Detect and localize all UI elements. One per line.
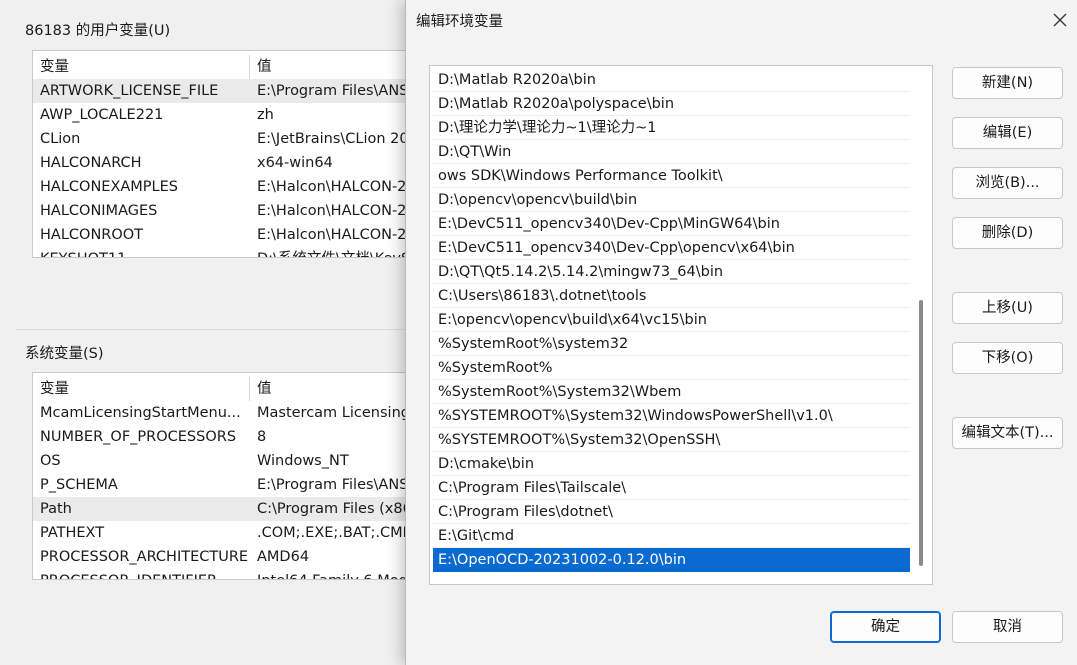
- variable-row[interactable]: McamLicensingStartMenu... Mastercam Licen…: [33, 401, 421, 425]
- variable-value: 8: [257, 429, 267, 445]
- variable-name: HALCONROOT: [40, 227, 144, 243]
- variable-row[interactable]: HALCONEXAMPLES E:\Halcon\HALCON-21.05: [33, 175, 421, 199]
- variable-value: x64-win64: [257, 155, 333, 171]
- path-entry[interactable]: D:\Matlab R2020a\bin: [433, 68, 910, 92]
- path-entry[interactable]: C:\Users\86183\.dotnet\tools: [433, 284, 910, 308]
- variable-name: HALCONARCH: [40, 155, 142, 171]
- path-entry[interactable]: D:\QT\Win: [433, 140, 910, 164]
- variable-row[interactable]: HALCONROOT E:\Halcon\HALCON-21.05: [33, 223, 421, 247]
- variable-name: Path: [40, 501, 72, 517]
- value-column-header[interactable]: 值: [257, 55, 421, 79]
- variable-name: PROCESSOR_IDENTIFIER: [40, 569, 248, 579]
- variable-name: HALCONIMAGES: [40, 203, 158, 219]
- close-icon[interactable]: [1046, 6, 1074, 34]
- variable-name: P_SCHEMA: [40, 477, 118, 493]
- user-variables-header: 变量 值: [33, 55, 421, 79]
- edit-environment-variable-dialog: 编辑环境变量 D:\Matlab R2020a\bin D:\Matlab R20…: [405, 0, 1077, 665]
- variable-value: Windows_NT: [257, 453, 349, 469]
- user-variables-group-title: 86183 的用户变量(U): [25, 23, 171, 39]
- variable-row[interactable]: P_SCHEMA E:\Program Files\ANSYS: [33, 473, 421, 497]
- path-entry[interactable]: E:\opencv\opencv\build\x64\vc15\bin: [433, 308, 910, 332]
- variable-row[interactable]: AWP_LOCALE221 zh: [33, 103, 421, 127]
- variable-row[interactable]: Path C:\Program Files (x86): [33, 497, 421, 521]
- variable-value: E:\Halcon\HALCON-21.05: [257, 227, 422, 243]
- variable-name: McamLicensingStartMenu...: [40, 405, 241, 421]
- variable-value: .COM;.EXE;.BAT;.CMD: [257, 525, 414, 541]
- variable-row[interactable]: ARTWORK_LICENSE_FILE E:\Program Files\ANS…: [33, 79, 421, 103]
- path-entry[interactable]: %SystemRoot%\System32\Wbem: [433, 380, 910, 404]
- variable-column-header[interactable]: 变量: [40, 55, 248, 79]
- variable-name: AWP_LOCALE221: [40, 107, 164, 123]
- variable-value: E:\JetBrains\CLion 2022: [257, 131, 422, 147]
- variable-value: Intel64 Family 6 Model: [257, 569, 421, 579]
- path-entry[interactable]: C:\Program Files\Tailscale\: [433, 476, 910, 500]
- path-entry[interactable]: %SYSTEMROOT%\System32\OpenSSH\: [433, 428, 910, 452]
- variable-name: CLion: [40, 131, 81, 147]
- variable-value: Mastercam Licensing: [257, 405, 410, 421]
- path-entries-list[interactable]: D:\Matlab R2020a\bin D:\Matlab R2020a\pol…: [429, 65, 933, 585]
- variable-value: AMD64: [257, 549, 310, 565]
- variable-row[interactable]: HALCONARCH x64-win64: [33, 151, 421, 175]
- variable-row[interactable]: KEYSHOT11 D:\系统文件\文档\KeyShot: [33, 247, 421, 257]
- value-column-header[interactable]: 值: [257, 377, 421, 401]
- variable-name: PATHEXT: [40, 525, 105, 541]
- variable-value: E:\Halcon\HALCON-21.05: [257, 203, 422, 219]
- variable-name: ARTWORK_LICENSE_FILE: [40, 83, 219, 99]
- edit-text-button[interactable]: 编辑文本(T)...: [952, 417, 1063, 449]
- path-entry[interactable]: E:\OpenOCD-20231002-0.12.0\bin: [433, 548, 910, 572]
- system-variables-list[interactable]: 变量 值 McamLicensingStartMenu... Mastercam …: [32, 372, 422, 580]
- edit-button[interactable]: 编辑(E): [952, 117, 1063, 149]
- variable-value: E:\Halcon\HALCON-21.05: [257, 179, 422, 195]
- path-entry[interactable]: D:\理论力学\理论力~1\理论力~1: [433, 116, 910, 140]
- cancel-button[interactable]: 取消: [952, 611, 1063, 643]
- variable-row[interactable]: NUMBER_OF_PROCESSORS 8: [33, 425, 421, 449]
- vertical-scrollbar[interactable]: [917, 68, 925, 580]
- path-entry[interactable]: D:\QT\Qt5.14.2\5.14.2\mingw73_64\bin: [433, 260, 910, 284]
- ok-button[interactable]: 确定: [830, 611, 941, 643]
- system-variables-header: 变量 值: [33, 377, 421, 401]
- variable-name: HALCONEXAMPLES: [40, 179, 178, 195]
- user-variables-list[interactable]: 变量 值 ARTWORK_LICENSE_FILE E:\Program File…: [32, 50, 422, 258]
- variable-row[interactable]: HALCONIMAGES E:\Halcon\HALCON-21.05: [33, 199, 421, 223]
- variable-name: KEYSHOT11: [40, 247, 248, 257]
- move-up-button[interactable]: 上移(U): [952, 292, 1063, 324]
- variable-row[interactable]: PATHEXT .COM;.EXE;.BAT;.CMD: [33, 521, 421, 545]
- variable-name: NUMBER_OF_PROCESSORS: [40, 429, 237, 445]
- column-divider[interactable]: [249, 55, 250, 79]
- path-entry[interactable]: E:\DevC511_opencv340\Dev-Cpp\opencv\x64\…: [433, 236, 910, 260]
- variable-name: PROCESSOR_ARCHITECTURE: [40, 549, 248, 565]
- path-entry[interactable]: E:\DevC511_opencv340\Dev-Cpp\MinGW64\bin: [433, 212, 910, 236]
- close-icon-glyph: [1053, 13, 1067, 27]
- path-entry[interactable]: %SystemRoot%: [433, 356, 910, 380]
- column-divider[interactable]: [249, 377, 250, 401]
- new-button[interactable]: 新建(N): [952, 67, 1063, 99]
- variable-name: OS: [40, 453, 61, 469]
- dialog-title: 编辑环境变量: [416, 14, 503, 30]
- variable-value: zh: [257, 107, 274, 123]
- path-entry[interactable]: C:\Program Files\dotnet\: [433, 500, 910, 524]
- path-entry[interactable]: D:\Matlab R2020a\polyspace\bin: [433, 92, 910, 116]
- path-entry[interactable]: %SystemRoot%\system32: [433, 332, 910, 356]
- path-entry[interactable]: D:\opencv\opencv\build\bin: [433, 188, 910, 212]
- move-down-button[interactable]: 下移(O): [952, 342, 1063, 374]
- path-entry[interactable]: D:\cmake\bin: [433, 452, 910, 476]
- delete-button[interactable]: 删除(D): [952, 217, 1063, 249]
- variable-column-header[interactable]: 变量: [40, 377, 248, 401]
- group-divider: [16, 329, 406, 330]
- variable-value: D:\系统文件\文档\KeyShot: [257, 247, 421, 257]
- variable-value: E:\Program Files\ANSYS: [257, 477, 422, 493]
- variable-row[interactable]: PROCESSOR_ARCHITECTURE AMD64: [33, 545, 421, 569]
- variable-row[interactable]: CLion E:\JetBrains\CLion 2022: [33, 127, 421, 151]
- system-variables-group-title: 系统变量(S): [25, 346, 104, 362]
- path-entry[interactable]: E:\Git\cmd: [433, 524, 910, 548]
- variable-row[interactable]: OS Windows_NT: [33, 449, 421, 473]
- variable-row[interactable]: PROCESSOR_IDENTIFIER Intel64 Family 6 Mod…: [33, 569, 421, 579]
- variable-value: C:\Program Files (x86): [257, 501, 418, 517]
- path-entry[interactable]: %SYSTEMROOT%\System32\WindowsPowerShell\…: [433, 404, 910, 428]
- scrollbar-thumb[interactable]: [919, 300, 923, 566]
- variable-value: E:\Program Files\ANSYS: [257, 83, 422, 99]
- path-entry[interactable]: ows SDK\Windows Performance Toolkit\: [433, 164, 910, 188]
- browse-button[interactable]: 浏览(B)...: [952, 167, 1063, 199]
